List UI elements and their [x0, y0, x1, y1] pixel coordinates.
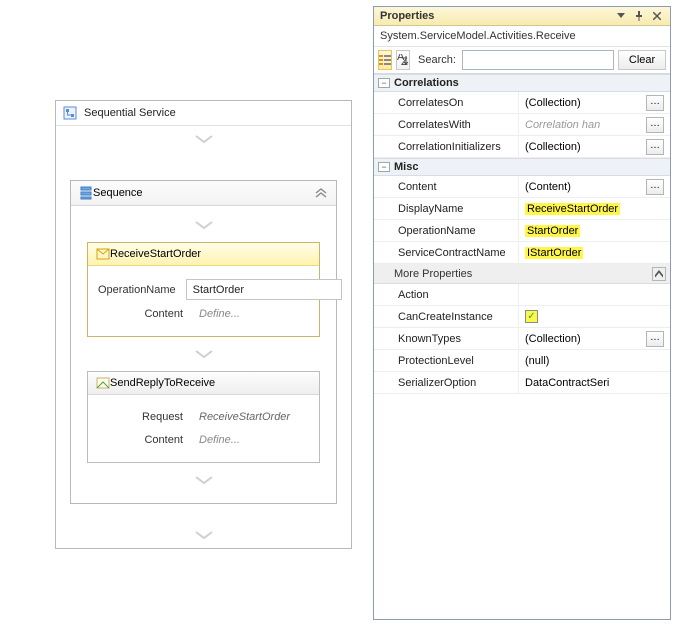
sequence-title: Sequence — [93, 187, 314, 199]
properties-toolbar: AZ Search: Clear — [374, 47, 670, 74]
prop-key: CorrelatesWith — [374, 114, 519, 135]
drop-target-icon[interactable] — [81, 467, 326, 493]
prop-value: (Collection) — [525, 97, 642, 109]
category-misc[interactable]: − Misc — [374, 158, 670, 176]
dropdown-icon[interactable] — [614, 10, 628, 22]
content-label: Content — [98, 308, 193, 320]
clear-button[interactable]: Clear — [618, 50, 666, 70]
sendreply-activity-title: SendReplyToReceive — [110, 377, 215, 389]
properties-pane: Properties System.ServiceModel.Activitie… — [373, 6, 671, 620]
drop-target-icon[interactable] — [81, 341, 326, 367]
sequence-header: Sequence — [71, 181, 336, 206]
prop-value: (null) — [525, 355, 664, 367]
sequence-body: ReceiveStartOrder OperationName Content … — [71, 206, 336, 503]
prop-row[interactable]: CorrelatesOn (Collection) … — [374, 92, 670, 114]
prop-key: CanCreateInstance — [374, 306, 519, 327]
search-label: Search: — [414, 54, 458, 66]
sendreply-activity-header: SendReplyToReceive — [88, 372, 319, 395]
ellipsis-button[interactable]: … — [646, 117, 664, 133]
properties-title: Properties — [380, 10, 614, 22]
sendreply-activity[interactable]: SendReplyToReceive Request ReceiveStartO… — [87, 371, 320, 463]
drop-target-icon[interactable] — [56, 126, 351, 152]
collapse-icon[interactable] — [314, 187, 328, 199]
sequence-panel[interactable]: Sequence ReceiveStartOrder — [70, 180, 337, 504]
prop-row-knowntypes[interactable]: KnownTypes (Collection) … — [374, 328, 670, 350]
checkbox-checked-icon[interactable]: ✓ — [525, 310, 538, 323]
prop-value: (Content) — [525, 181, 642, 193]
category-label: Misc — [394, 161, 418, 173]
ellipsis-button[interactable]: … — [646, 95, 664, 111]
prop-key: Action — [374, 284, 519, 305]
drop-target-icon[interactable] — [81, 212, 326, 238]
more-properties-row[interactable]: More Properties — [374, 264, 670, 284]
prop-row-serializeroption[interactable]: SerializerOption DataContractSeri — [374, 372, 670, 394]
flowchart-icon — [62, 105, 78, 121]
reply-content-define-link[interactable]: Define... — [193, 431, 309, 449]
prop-value: (Collection) — [525, 141, 642, 153]
prop-value-highlighted: StartOrder — [525, 225, 580, 237]
prop-row-content[interactable]: Content (Content) … — [374, 176, 670, 198]
prop-key: CorrelatesOn — [374, 92, 519, 113]
receive-activity-title: ReceiveStartOrder — [110, 248, 201, 260]
prop-key: ProtectionLevel — [374, 350, 519, 371]
ellipsis-button[interactable]: … — [646, 179, 664, 195]
prop-key: OperationName — [374, 220, 519, 241]
content-define-link[interactable]: Define... — [193, 305, 309, 323]
properties-type: System.ServiceModel.Activities.Receive — [374, 26, 670, 47]
clear-button-label: Clear — [629, 54, 655, 66]
properties-titlebar: Properties — [374, 7, 670, 26]
prop-key: DisplayName — [374, 198, 519, 219]
expand-up-icon[interactable] — [652, 267, 666, 281]
prop-row[interactable]: CorrelatesWith Correlation han … — [374, 114, 670, 136]
sequential-service-title: Sequential Service — [84, 107, 345, 119]
operation-name-label: OperationName — [98, 284, 186, 296]
prop-row-cancreateinstance[interactable]: CanCreateInstance ✓ — [374, 306, 670, 328]
category-correlations[interactable]: − Correlations — [374, 74, 670, 92]
alphabetical-button[interactable]: AZ — [396, 50, 410, 70]
drop-target-icon[interactable] — [56, 522, 351, 548]
prop-row-displayname[interactable]: DisplayName ReceiveStartOrder — [374, 198, 670, 220]
receive-activity-header: ReceiveStartOrder — [88, 243, 319, 266]
prop-value: (Collection) — [525, 333, 642, 345]
properties-grid: − Correlations CorrelatesOn (Collection) …… — [374, 74, 670, 619]
sequential-service-header: Sequential Service — [56, 101, 351, 126]
categorized-button[interactable] — [378, 50, 392, 70]
receive-icon — [96, 248, 110, 260]
operation-name-input[interactable] — [186, 279, 342, 300]
pin-icon[interactable] — [632, 10, 646, 22]
sequence-icon — [79, 186, 93, 200]
prop-row[interactable]: CorrelationInitializers (Collection) … — [374, 136, 670, 158]
prop-row-operationname[interactable]: OperationName StartOrder — [374, 220, 670, 242]
send-icon — [96, 377, 110, 389]
prop-row-protectionlevel[interactable]: ProtectionLevel (null) — [374, 350, 670, 372]
more-properties-label: More Properties — [394, 268, 652, 280]
prop-key: Content — [374, 176, 519, 197]
collapse-toggle-icon[interactable]: − — [378, 162, 390, 172]
category-label: Correlations — [394, 77, 459, 89]
request-value: ReceiveStartOrder — [193, 408, 309, 426]
search-input[interactable] — [462, 50, 614, 70]
sequential-service-panel: Sequential Service Sequence — [55, 100, 352, 549]
prop-value: Correlation han — [525, 119, 642, 131]
close-icon[interactable] — [650, 10, 664, 22]
ellipsis-button[interactable]: … — [646, 331, 664, 347]
collapse-toggle-icon[interactable]: − — [378, 78, 390, 88]
prop-row-action[interactable]: Action — [374, 284, 670, 306]
request-label: Request — [98, 411, 193, 423]
prop-value: DataContractSeri — [525, 377, 664, 389]
prop-value-highlighted: IStartOrder — [525, 247, 583, 259]
ellipsis-button[interactable]: … — [646, 139, 664, 155]
receive-activity[interactable]: ReceiveStartOrder OperationName Content … — [87, 242, 320, 337]
prop-row-servicecontractname[interactable]: ServiceContractName IStartOrder — [374, 242, 670, 264]
reply-content-label: Content — [98, 434, 193, 446]
prop-value-highlighted: ReceiveStartOrder — [525, 203, 620, 215]
prop-key: KnownTypes — [374, 328, 519, 349]
prop-key: ServiceContractName — [374, 242, 519, 263]
svg-text:Z: Z — [401, 56, 408, 66]
prop-key: CorrelationInitializers — [374, 136, 519, 157]
prop-key: SerializerOption — [374, 372, 519, 393]
